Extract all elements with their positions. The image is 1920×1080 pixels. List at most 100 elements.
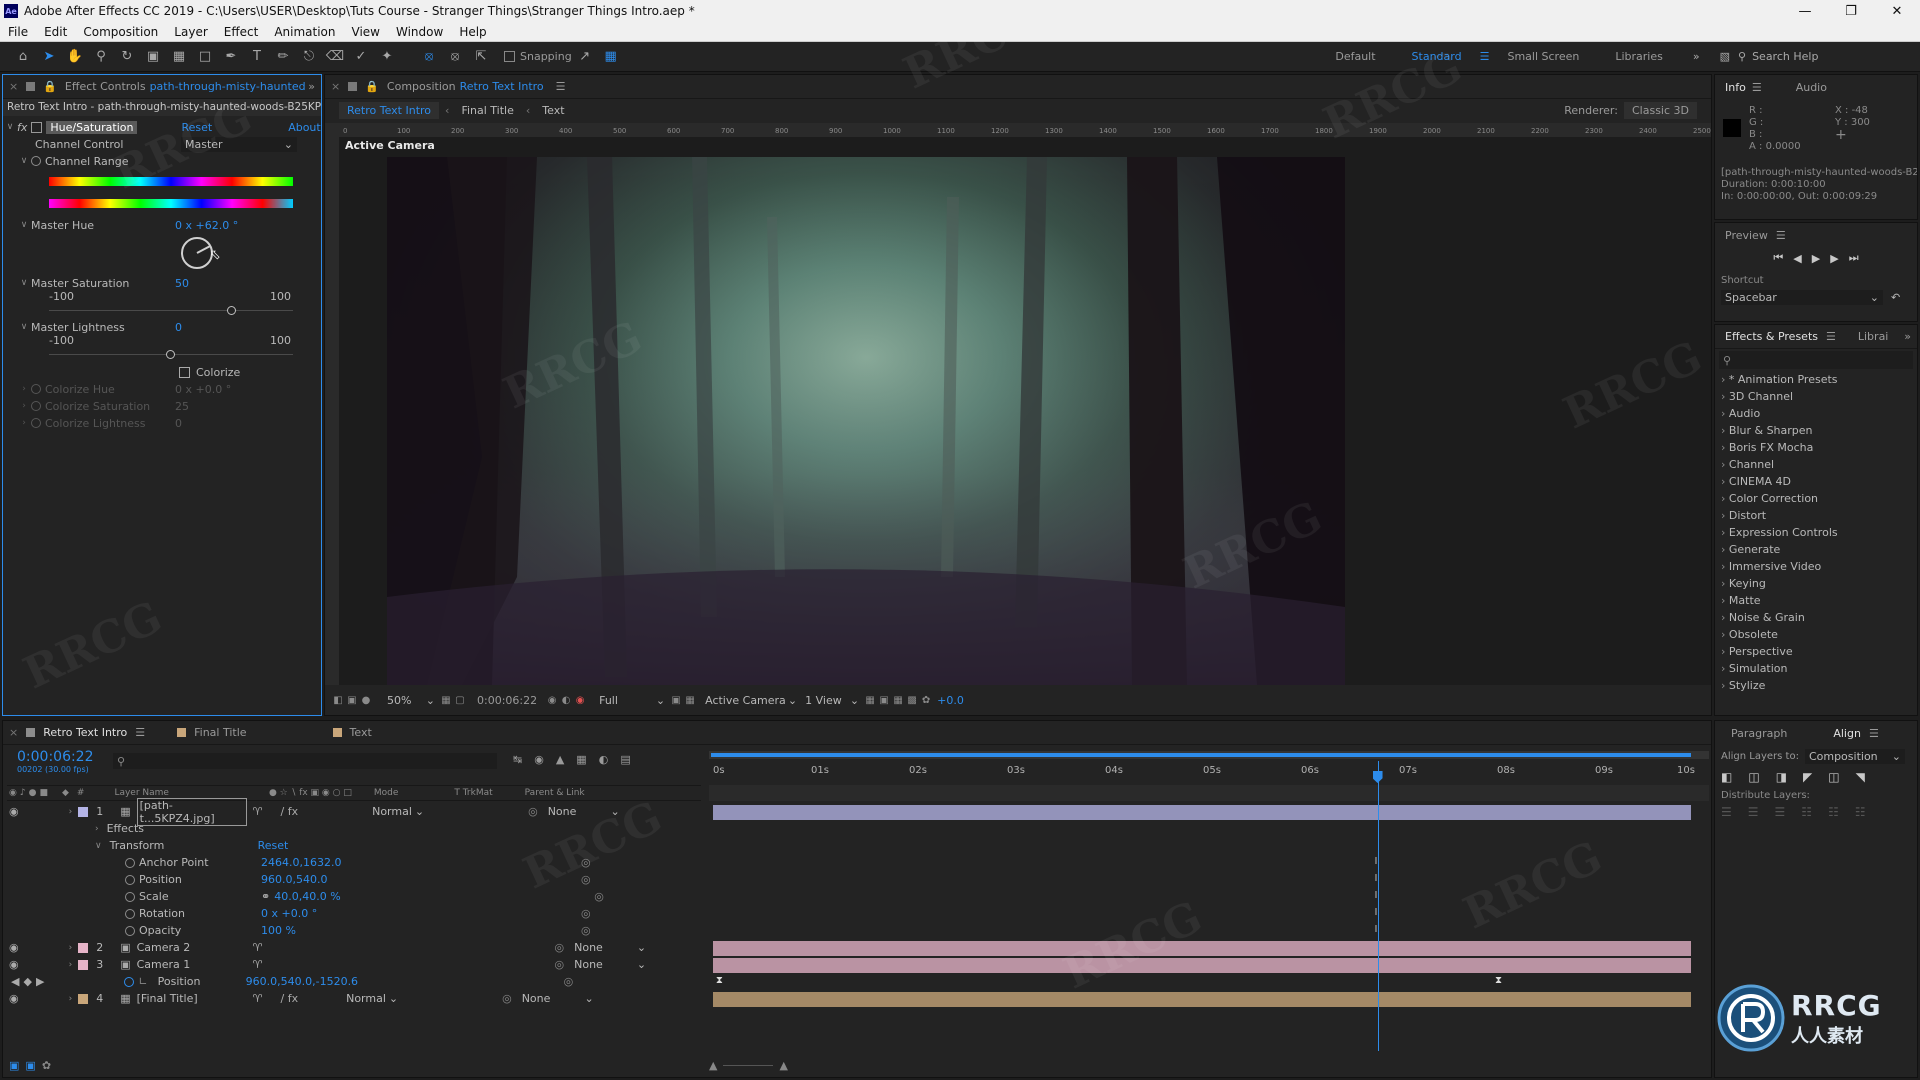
pickwhip-icon[interactable]: ◎ <box>555 958 565 971</box>
eye-icon[interactable]: ◉ <box>9 805 19 818</box>
panel-overflow-icon[interactable]: » <box>308 80 315 93</box>
align-right-icon[interactable]: ◨ <box>1776 770 1787 784</box>
last-frame-icon[interactable]: ⏭ <box>1849 251 1859 265</box>
expand-chevron-icon[interactable]: › <box>1721 458 1729 471</box>
expand-chevron-icon[interactable]: › <box>69 943 73 953</box>
effects-category-item[interactable]: › Channel <box>1721 456 1917 473</box>
expand-chevron-icon[interactable]: ∨ <box>17 156 31 166</box>
keyframe-icon[interactable]: ⧗ <box>716 975 723 986</box>
parent-dropdown[interactable]: None ⌄ <box>570 957 650 972</box>
label-color-swatch[interactable] <box>78 942 89 953</box>
layer-name[interactable]: [Final Title] <box>137 992 247 1005</box>
motion-blur-icon[interactable]: ◐ <box>599 753 609 766</box>
modes-toggle-icon[interactable]: ▣ <box>25 1059 35 1072</box>
property-row[interactable]: Position 960.0,540.0 ◎ <box>3 871 703 888</box>
blend-mode-dropdown[interactable]: Normal ⌄ <box>342 991 402 1006</box>
lock-icon[interactable] <box>26 82 36 91</box>
expand-chevron-icon[interactable]: › <box>69 994 73 1004</box>
home-icon[interactable]: ⌂ <box>12 46 34 68</box>
workspace-menu-icon[interactable]: ☰ <box>1480 50 1490 63</box>
viewer-timecode[interactable]: 0:00:06:22 <box>477 694 537 707</box>
time-ruler[interactable]: 0s 01s 02s 03s 04s 05s 06s 07s 08s 09s 10s <box>709 761 1709 783</box>
stopwatch-active-icon[interactable] <box>124 976 135 987</box>
align-bottom-icon[interactable]: ◥ <box>1856 770 1865 784</box>
eye-icon[interactable]: ◉ <box>9 992 19 1005</box>
effects-group-row[interactable]: › Effects <box>3 820 703 837</box>
property-value[interactable]: 2464.0,1632.0 <box>261 856 581 869</box>
parent-dropdown[interactable]: None ⌄ <box>518 991 598 1006</box>
label-color-swatch[interactable] <box>78 993 89 1004</box>
effects-category-item[interactable]: › Perspective <box>1721 643 1917 660</box>
rotate-tool-icon[interactable]: ↻ <box>116 46 138 68</box>
toggle-pixel-aspect-icon[interactable]: ▦ <box>863 695 877 706</box>
layer-bars-area[interactable]: I I I I I ⧗ ⧗ <box>709 761 1709 1051</box>
shy-switch-icon[interactable]: ♈ <box>253 805 263 818</box>
effects-category-item[interactable]: › Distort <box>1721 507 1917 524</box>
effects-category-item[interactable]: › Stylize <box>1721 677 1917 694</box>
effects-category-item[interactable]: › Audio <box>1721 405 1917 422</box>
expand-chevron-icon[interactable]: ∨ <box>17 220 31 230</box>
timeline-tab-retro-text-intro[interactable]: Retro Text Intro <box>43 726 127 739</box>
channel-control-dropdown[interactable]: Master ⌄ <box>181 136 297 152</box>
shortcut-dropdown[interactable]: Spacebar ⌄ <box>1721 290 1883 305</box>
expand-chevron-icon[interactable]: › <box>1721 645 1729 658</box>
work-area-bar[interactable] <box>709 751 1709 759</box>
stopwatch-icon[interactable] <box>31 156 41 166</box>
composition-viewer[interactable]: Active Camera <box>339 137 1711 685</box>
effects-presets-tab[interactable]: Effects & Presets <box>1725 330 1818 343</box>
stopwatch-icon[interactable] <box>125 908 135 919</box>
video-toggle-icon[interactable]: ◉ <box>9 788 17 798</box>
effects-category-item[interactable]: › Noise & Grain <box>1721 609 1917 626</box>
property-pickwhip-icon[interactable]: ◎ <box>594 890 604 903</box>
timeline-timecode[interactable]: 0:00:06:22 <box>17 749 94 765</box>
align-left-icon[interactable]: ◧ <box>1721 770 1732 784</box>
expand-chevron-icon[interactable]: › <box>1721 628 1729 641</box>
monitor-icon[interactable]: ▣ <box>345 695 359 706</box>
panel-menu-icon[interactable]: ☰ <box>1752 81 1762 94</box>
expand-chevron-icon[interactable]: › <box>69 807 73 817</box>
layer-name[interactable]: Camera 1 <box>137 958 247 971</box>
expand-chevron-icon[interactable]: ∨ <box>95 841 102 851</box>
layer-switches-toggle-icon[interactable]: ▣ <box>9 1059 19 1072</box>
menu-layer[interactable]: Layer <box>166 25 215 39</box>
channel-range-bar-input[interactable] <box>49 177 293 186</box>
property-pickwhip-icon[interactable]: ◎ <box>564 975 574 988</box>
layer-name[interactable]: Camera 2 <box>137 941 247 954</box>
effects-category-item[interactable]: › Keying <box>1721 575 1917 592</box>
minimize-icon[interactable]: — <box>1782 4 1828 19</box>
fast-previews-icon[interactable]: ▣ <box>669 695 683 706</box>
view-layout-dropdown[interactable]: 1 View ⌄ <box>801 693 863 708</box>
property-pickwhip-icon[interactable]: ◎ <box>581 924 591 937</box>
renderer-value[interactable]: Classic 3D <box>1623 101 1697 119</box>
expand-chevron-icon[interactable]: › <box>95 824 99 834</box>
audio-toggle-icon[interactable]: ♪ <box>20 788 26 798</box>
stopwatch-icon[interactable] <box>125 874 135 885</box>
layer-duration-bar[interactable] <box>713 805 1691 820</box>
selection-tool-icon[interactable]: ➤ <box>38 46 60 68</box>
expand-chevron-icon[interactable]: › <box>1721 441 1729 454</box>
snap-edges-icon[interactable]: ↗ <box>574 46 596 68</box>
align-center-h-icon[interactable]: ◫ <box>1748 770 1759 784</box>
effects-category-item[interactable]: › Obsolete <box>1721 626 1917 643</box>
colorize-checkbox[interactable] <box>179 366 190 378</box>
effect-name[interactable]: Hue/Saturation <box>46 120 138 134</box>
reset-exposure-icon[interactable]: ✿ <box>919 695 933 706</box>
channel-range-bar-output[interactable] <box>49 199 293 208</box>
fx-switch-icon[interactable]: ∕ fx <box>281 805 299 818</box>
align-tab[interactable]: Align <box>1833 727 1861 740</box>
menu-composition[interactable]: Composition <box>75 25 166 39</box>
expand-chevron-icon[interactable]: ∨ <box>17 322 31 332</box>
draft-3d-icon[interactable]: ◉ <box>534 753 544 766</box>
panel-menu-icon[interactable]: ☰ <box>1869 727 1879 740</box>
effects-category-item[interactable]: › Boris FX Mocha <box>1721 439 1917 456</box>
fx-icon[interactable]: fx <box>17 121 27 134</box>
pen-tool-icon[interactable]: ✒ <box>220 46 242 68</box>
property-row[interactable]: Scale ⚭ 40.0,40.0 % ◎ <box>3 888 703 905</box>
3d-draft-icon[interactable]: ▣ <box>877 695 891 706</box>
fx-switch-icon[interactable]: ∕ fx <box>281 992 299 1005</box>
expand-chevron-icon[interactable]: › <box>1721 407 1729 420</box>
camera-position-row[interactable]: ◀ ◆ ▶ ∟ Position 960.0,540.0,-1520.6 ◎ <box>3 973 703 990</box>
transform-reset-link[interactable]: Reset <box>258 839 289 852</box>
channel-color-icon[interactable]: ◉ <box>573 695 587 706</box>
expand-chevron-icon[interactable]: › <box>1721 577 1729 590</box>
